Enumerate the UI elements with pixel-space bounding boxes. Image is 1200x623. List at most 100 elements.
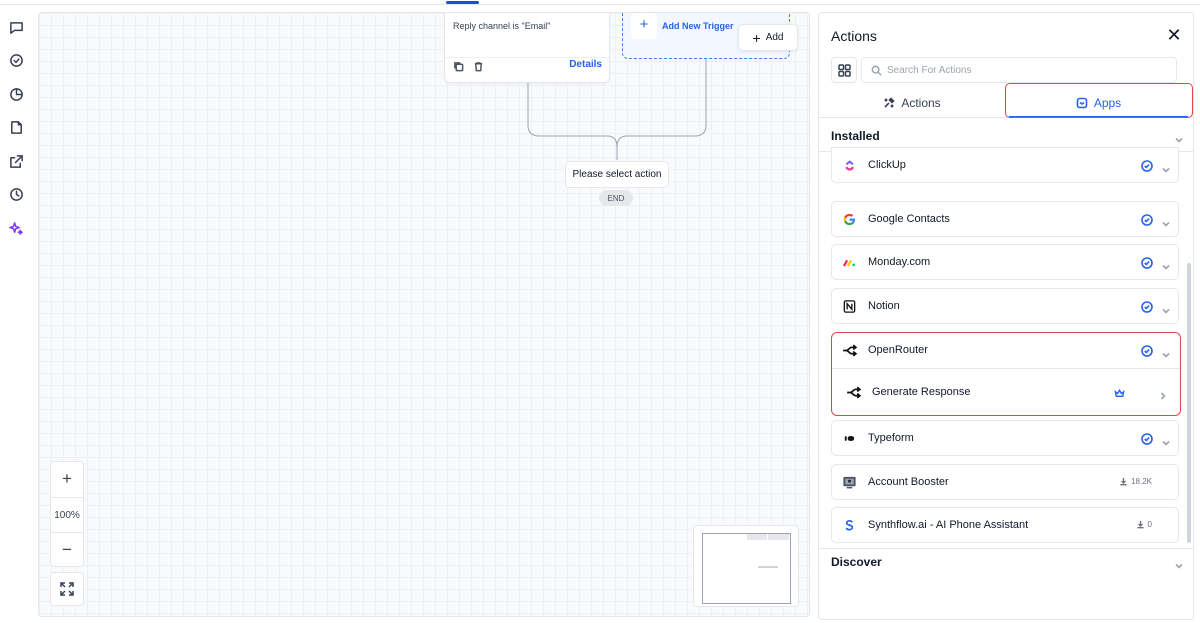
grid-icon (837, 63, 851, 77)
chevron-down-icon[interactable] (1175, 557, 1185, 569)
external-link-icon[interactable] (7, 152, 25, 170)
app-row-account-booster[interactable]: Account Booster 18.2K (831, 464, 1179, 500)
app-name: OpenRouter (868, 344, 928, 356)
chevron-right-icon[interactable] (1159, 387, 1167, 405)
panel-title: Actions (831, 28, 877, 44)
clickup-logo-icon (841, 157, 858, 174)
installed-check-icon (1141, 159, 1154, 172)
minimap-node (768, 534, 789, 540)
chevron-down-icon[interactable] (1162, 302, 1172, 314)
zoom-out-button[interactable]: − (51, 533, 83, 567)
openrouter-logo-icon (841, 342, 858, 359)
add-button-label: Add (765, 32, 784, 43)
plus-icon[interactable]: + (631, 13, 657, 39)
tools-icon (884, 97, 895, 108)
section-divider (819, 548, 1193, 549)
minimap[interactable] (693, 525, 799, 607)
add-button[interactable]: + Add (738, 24, 798, 51)
close-icon[interactable]: ✕ (1165, 25, 1183, 45)
synthflow-logo-icon (841, 517, 858, 534)
chevron-down-icon[interactable] (1175, 131, 1185, 143)
fit-view-button[interactable] (50, 572, 84, 606)
chevron-down-icon[interactable] (1162, 434, 1172, 446)
chevron-down-icon[interactable] (1162, 346, 1170, 364)
openrouter-logo-icon (845, 384, 862, 401)
app-row-google-contacts[interactable]: Google Contacts (831, 201, 1179, 237)
google-logo-icon (841, 211, 858, 228)
app-row-monday[interactable]: Monday.com (831, 244, 1179, 280)
panel-scrollbar[interactable] (1187, 263, 1191, 543)
installed-heading[interactable]: Installed (831, 129, 880, 143)
app-name: Notion (868, 300, 900, 312)
active-tab-indicator (446, 1, 479, 4)
app-name: Monday.com (868, 256, 931, 268)
notion-logo-icon (841, 298, 858, 315)
chevron-down-icon[interactable] (1162, 215, 1172, 227)
installed-check-icon (1141, 213, 1154, 226)
workflow-canvas[interactable]: Reply channel is "Email" Details + Add N… (38, 12, 810, 617)
actions-panel: Actions ✕ Actions Apps Installed ClickUp (818, 12, 1194, 620)
group-divider (832, 368, 1180, 369)
tab-actions[interactable]: Actions (819, 89, 1005, 117)
download-count-value: 18.2K (1131, 477, 1152, 486)
download-count: 0 (1136, 520, 1152, 529)
search-box[interactable] (861, 57, 1177, 83)
app-name: Google Contacts (868, 213, 950, 225)
chevron-down-icon[interactable] (1162, 258, 1172, 270)
download-count-value: 0 (1147, 520, 1152, 529)
minimap-viewport[interactable] (702, 533, 791, 604)
minimap-node (758, 566, 778, 568)
account-booster-logo-icon (841, 474, 858, 491)
chat-icon[interactable] (7, 18, 25, 36)
app-name: Synthflow.ai - AI Phone Assistant (868, 519, 1029, 531)
add-new-trigger-label[interactable]: Add New Trigger (662, 21, 734, 31)
select-action-node[interactable]: Please select action (565, 161, 669, 188)
installed-check-icon (1141, 300, 1154, 313)
trash-icon[interactable] (473, 59, 485, 72)
minimap-node (747, 534, 767, 540)
condition-text: Reply channel is "Email" (453, 21, 551, 31)
app-name: Typeform (868, 432, 914, 444)
sparkle-icon[interactable] (7, 219, 25, 237)
installed-check-icon (1141, 344, 1154, 357)
copy-icon[interactable] (453, 59, 465, 72)
search-input[interactable] (887, 64, 1167, 76)
app-name: ClickUp (868, 159, 906, 171)
top-bar (0, 0, 1200, 5)
left-rail (0, 5, 32, 623)
card-footer-divider (445, 57, 609, 58)
download-icon (1136, 520, 1144, 529)
expand-icon (60, 582, 74, 596)
tab-actions-label: Actions (901, 96, 941, 110)
check-circle-icon[interactable] (7, 51, 25, 69)
add-plus-icon: + (752, 29, 761, 46)
download-icon (1120, 477, 1127, 486)
monday-logo-icon (841, 254, 858, 271)
typeform-logo-icon (841, 430, 858, 447)
chevron-down-icon[interactable] (1162, 161, 1172, 173)
action-generate-response[interactable]: Generate Response (872, 386, 970, 398)
end-node: END (599, 190, 633, 206)
crown-icon (1114, 386, 1126, 398)
installed-check-icon (1141, 432, 1154, 445)
app-row-synthflow[interactable]: Synthflow.ai - AI Phone Assistant 0 (831, 507, 1179, 543)
apps-list: Installed ClickUp Google Contacts Monday… (819, 119, 1193, 619)
app-row-typeform[interactable]: Typeform (831, 420, 1179, 456)
discover-heading[interactable]: Discover (831, 555, 882, 569)
history-icon[interactable] (7, 185, 25, 203)
installed-check-icon (1141, 256, 1154, 269)
search-icon (871, 65, 882, 76)
zoom-level: 100% (51, 497, 83, 533)
app-row-notion[interactable]: Notion (831, 288, 1179, 324)
pie-chart-icon[interactable] (7, 85, 25, 103)
condition-card[interactable]: Reply channel is "Email" Details (444, 13, 610, 83)
app-group-openrouter[interactable]: OpenRouter Generate Response (831, 332, 1181, 416)
app-row-clickup[interactable]: ClickUp (831, 147, 1179, 183)
app-name: Account Booster (868, 476, 949, 488)
grid-view-button[interactable] (831, 57, 857, 83)
file-icon[interactable] (7, 118, 25, 136)
details-link[interactable]: Details (569, 59, 602, 70)
download-count: 18.2K (1119, 477, 1152, 486)
zoom-in-button[interactable]: + (51, 462, 83, 496)
zoom-controls: + 100% − (50, 461, 84, 567)
